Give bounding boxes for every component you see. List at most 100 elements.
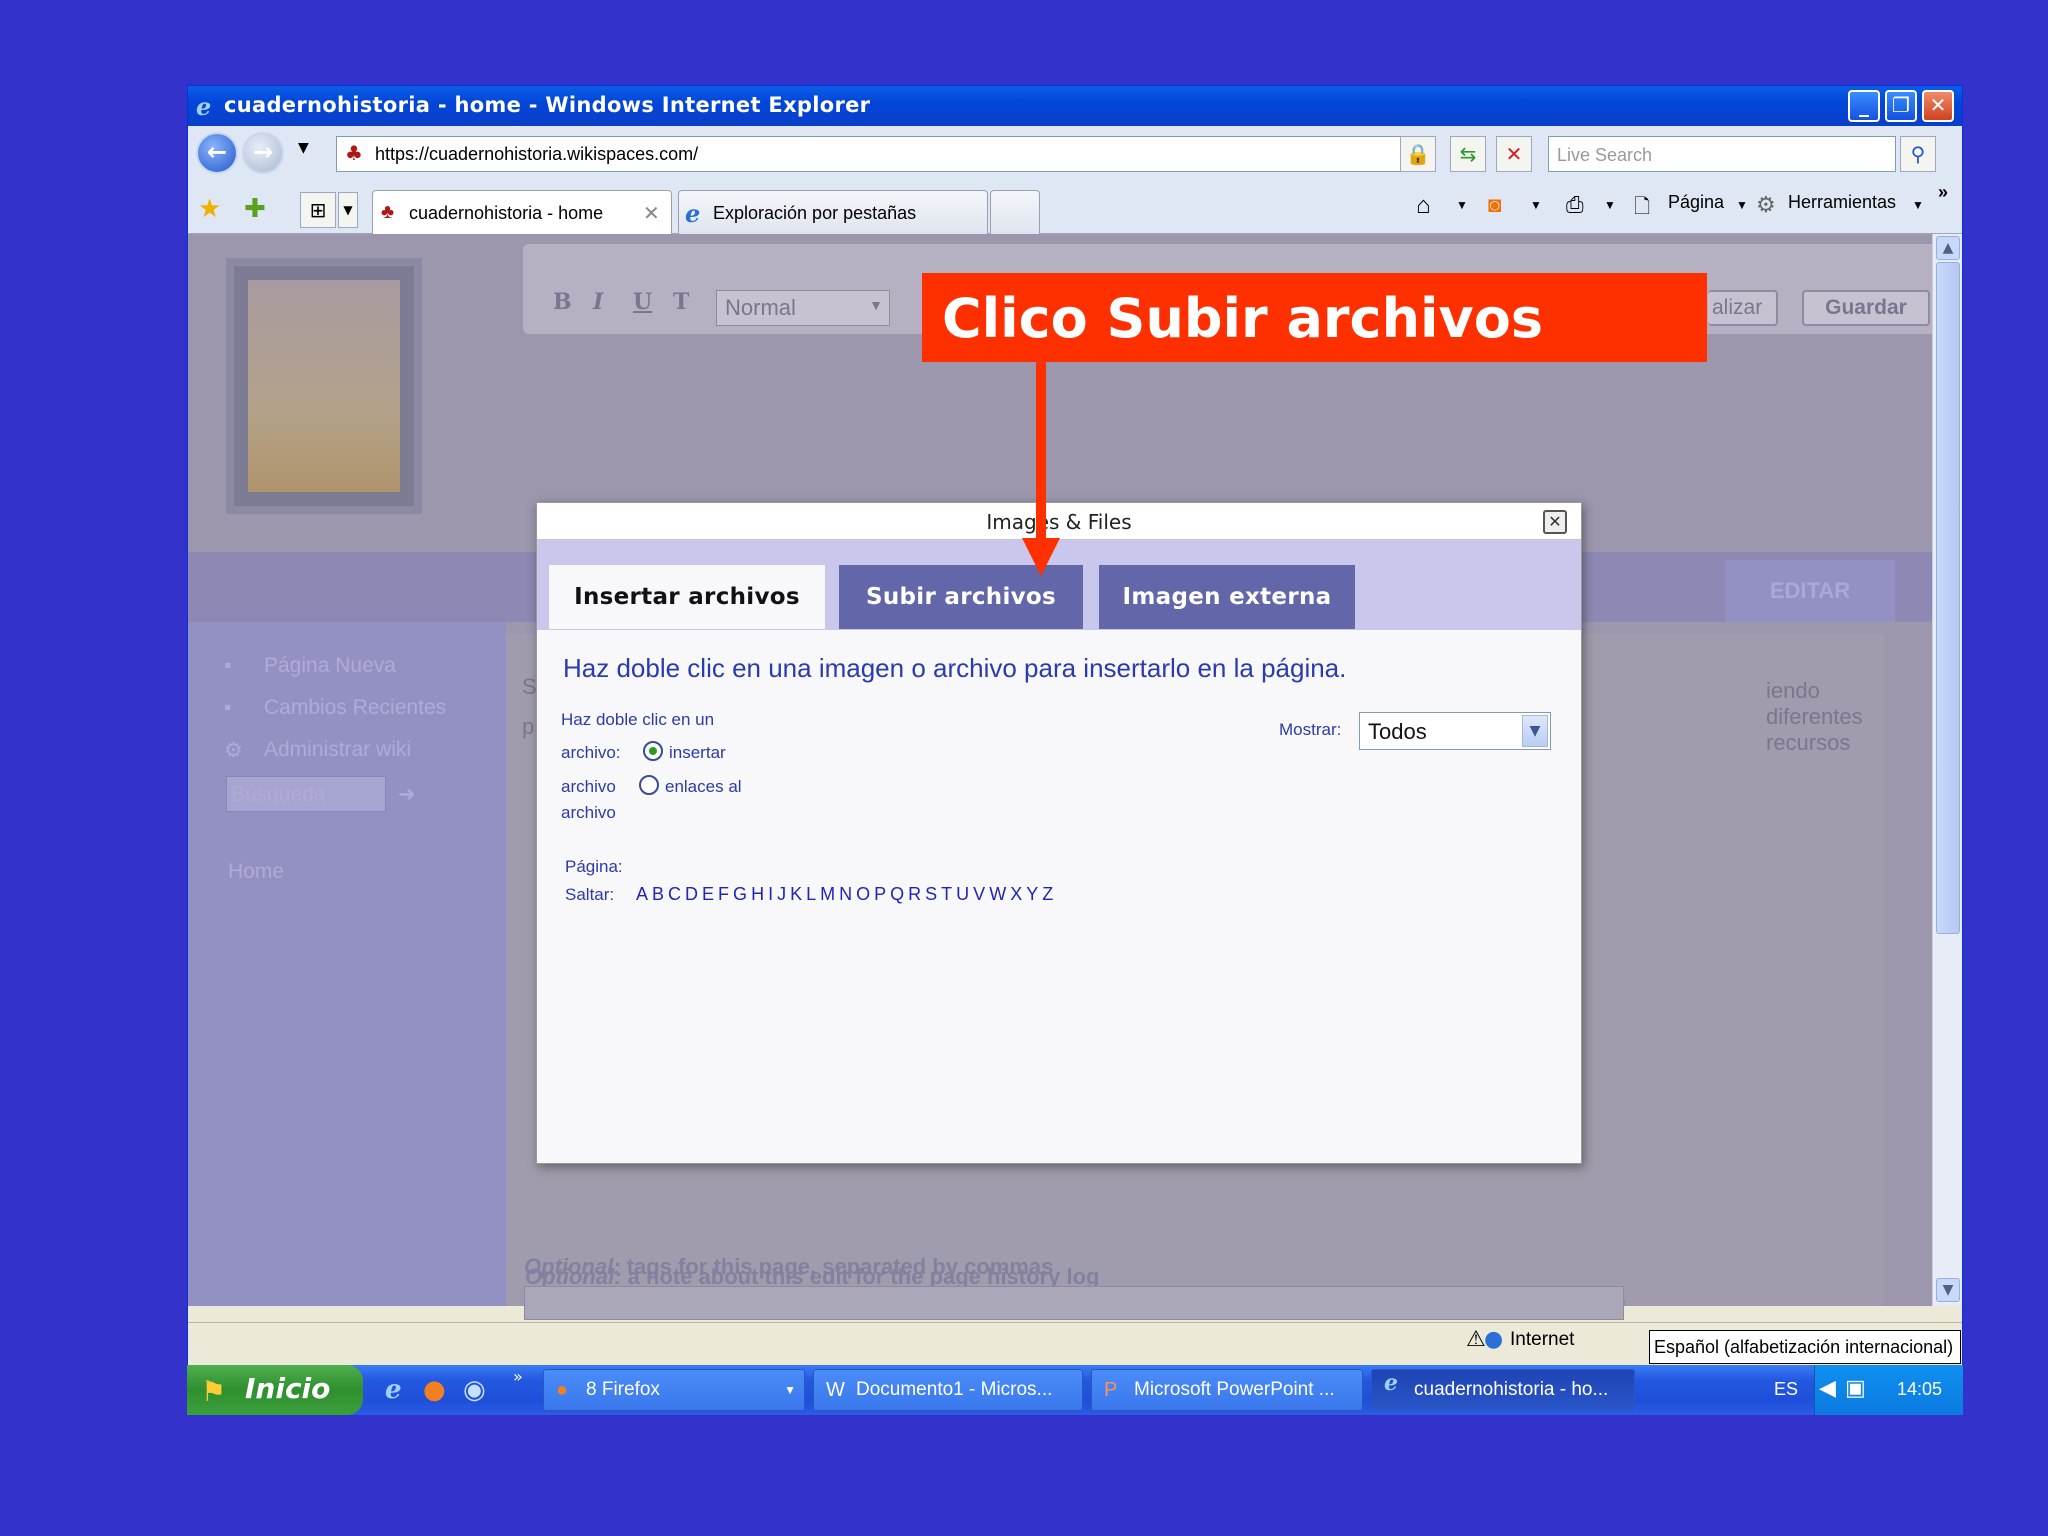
letter-link[interactable]: R: [908, 884, 921, 904]
letter-link[interactable]: C: [668, 884, 681, 904]
letter-link[interactable]: X: [1010, 884, 1022, 904]
italic-button[interactable]: I: [593, 289, 603, 315]
sidebar-item-recent-changes[interactable]: Cambios Recientes: [264, 696, 446, 720]
maximize-button[interactable]: ❐: [1885, 90, 1917, 122]
refresh-icon[interactable]: ⇆: [1450, 136, 1486, 172]
firefox-quicklaunch-icon[interactable]: ●: [423, 1375, 446, 1405]
quicklaunch-more-icon[interactable]: »: [513, 1367, 523, 1386]
window-title: cuadernohistoria - home - Windows Intern…: [224, 93, 871, 117]
edit-button[interactable]: EDITAR: [1725, 560, 1895, 622]
tab-cuadernohistoria[interactable]: ♣ cuadernohistoria - home ✕: [372, 190, 672, 234]
home-icon[interactable]: ⌂: [1416, 192, 1431, 220]
new-tab-button[interactable]: [990, 190, 1040, 234]
letter-link[interactable]: P: [874, 884, 886, 904]
insert-option-label: insertar: [669, 743, 726, 762]
favorites-star-icon[interactable]: ★: [198, 194, 221, 224]
sidebar-item-home[interactable]: Home: [228, 860, 284, 884]
task-word[interactable]: W Documento1 - Micros...: [813, 1369, 1083, 1411]
letter-link[interactable]: G: [733, 884, 747, 904]
dialog-close-button[interactable]: ✕: [1543, 510, 1567, 534]
network-icon[interactable]: ▣: [1845, 1375, 1866, 1401]
letter-link[interactable]: L: [806, 884, 816, 904]
tools-menu[interactable]: Herramientas: [1788, 192, 1896, 213]
letter-link[interactable]: K: [790, 884, 802, 904]
print-icon[interactable]: ⎙: [1566, 192, 1584, 218]
letter-link[interactable]: F: [718, 884, 729, 904]
scroll-up-icon[interactable]: ▲: [1936, 236, 1960, 260]
letter-link[interactable]: H: [751, 884, 764, 904]
search-icon[interactable]: ⚲: [1900, 136, 1936, 172]
tab-insertar-archivos[interactable]: Insertar archivos: [549, 565, 825, 629]
stop-icon[interactable]: ✕: [1496, 136, 1532, 172]
input-language[interactable]: ES: [1774, 1379, 1798, 1400]
tools-dropdown-icon[interactable]: ▼: [1912, 198, 1924, 212]
scroll-thumb[interactable]: [1936, 262, 1960, 934]
link-radio[interactable]: [639, 775, 659, 795]
text-color-button[interactable]: T: [673, 289, 689, 315]
letter-link[interactable]: Z: [1042, 884, 1053, 904]
letter-link[interactable]: I: [768, 884, 773, 904]
preview-button[interactable]: alizar: [1708, 290, 1778, 326]
letter-link[interactable]: A: [636, 884, 648, 904]
rss-feed-icon[interactable]: ◙: [1488, 192, 1501, 218]
ie-alt-quicklaunch-icon[interactable]: ◉: [463, 1375, 486, 1405]
print-dropdown-icon[interactable]: ▼: [1604, 198, 1616, 212]
sidebar-item-manage-wiki[interactable]: Administrar wiki: [264, 738, 411, 762]
wiki-search-input[interactable]: Búsqueda: [226, 776, 386, 812]
underline-button[interactable]: U: [633, 289, 652, 315]
add-favorites-icon[interactable]: ✚: [244, 194, 266, 224]
task-powerpoint[interactable]: P Microsoft PowerPoint ...: [1091, 1369, 1363, 1411]
show-select[interactable]: Todos ▼: [1359, 712, 1551, 750]
letter-link[interactable]: B: [652, 884, 664, 904]
feed-dropdown-icon[interactable]: ▼: [1530, 198, 1542, 212]
word-icon: W: [826, 1379, 845, 1401]
address-bar[interactable]: ♣ https://cuadernohistoria.wikispaces.co…: [336, 136, 1432, 172]
tab-list-dropdown-icon[interactable]: ▼: [338, 192, 358, 228]
tags-input[interactable]: [524, 1286, 1624, 1320]
home-dropdown-icon[interactable]: ▼: [1456, 198, 1468, 212]
letter-link[interactable]: D: [685, 884, 698, 904]
insert-radio[interactable]: [643, 741, 663, 761]
recent-changes-icon: ▪: [224, 696, 232, 719]
start-button[interactable]: ⚑ Inicio: [187, 1365, 363, 1415]
page-dropdown-icon[interactable]: ▼: [1736, 198, 1748, 212]
tab-imagen-externa[interactable]: Imagen externa: [1099, 565, 1355, 629]
letter-link[interactable]: M: [820, 884, 835, 904]
save-button[interactable]: Guardar: [1802, 290, 1930, 326]
quick-tabs-icon[interactable]: ⊞: [300, 192, 336, 228]
letter-link[interactable]: U: [956, 884, 969, 904]
recent-pages-dropdown-icon[interactable]: ▼: [298, 140, 309, 156]
search-go-icon[interactable]: ➜: [398, 782, 416, 807]
letter-link[interactable]: O: [856, 884, 870, 904]
scroll-down-icon[interactable]: ▼: [1936, 1278, 1960, 1302]
search-input[interactable]: Live Search: [1548, 136, 1896, 172]
ie-quicklaunch-icon[interactable]: e: [385, 1375, 402, 1405]
letter-link[interactable]: T: [941, 884, 952, 904]
letter-link[interactable]: N: [839, 884, 852, 904]
more-commands-icon[interactable]: »: [1938, 182, 1948, 203]
close-button[interactable]: ✕: [1922, 90, 1954, 122]
style-select[interactable]: Normal ▼: [716, 290, 890, 326]
tab-close-icon[interactable]: ✕: [643, 201, 660, 226]
back-button[interactable]: ←: [196, 132, 238, 174]
tab-exploracion[interactable]: e Exploración por pestañas: [678, 190, 988, 234]
letter-link[interactable]: W: [989, 884, 1006, 904]
bold-button[interactable]: B: [553, 289, 572, 315]
task-firefox[interactable]: ● 8 Firefox ▼: [543, 1369, 805, 1411]
page-menu[interactable]: Página: [1668, 192, 1724, 213]
letter-link[interactable]: J: [777, 884, 786, 904]
tab-row: ★ ✚ ⊞ ▼ ♣ cuadernohistoria - home ✕ e Ex…: [188, 182, 1962, 234]
letter-link[interactable]: S: [925, 884, 937, 904]
task-ie[interactable]: e cuadernohistoria - ho...: [1371, 1369, 1635, 1411]
letter-link[interactable]: Q: [890, 884, 904, 904]
letter-link[interactable]: E: [702, 884, 714, 904]
sidebar-item-new-page[interactable]: Página Nueva: [264, 654, 396, 678]
lock-icon[interactable]: 🔒: [1400, 136, 1436, 172]
forward-button[interactable]: →: [242, 132, 284, 174]
minimize-button[interactable]: _: [1848, 90, 1880, 122]
tray-expand-icon[interactable]: ◀: [1819, 1375, 1836, 1401]
title-bar[interactable]: e cuadernohistoria - home - Windows Inte…: [188, 86, 1962, 126]
letter-link[interactable]: V: [973, 884, 985, 904]
vertical-scrollbar[interactable]: ▲ ▼: [1932, 234, 1962, 1306]
letter-link[interactable]: Y: [1026, 884, 1038, 904]
